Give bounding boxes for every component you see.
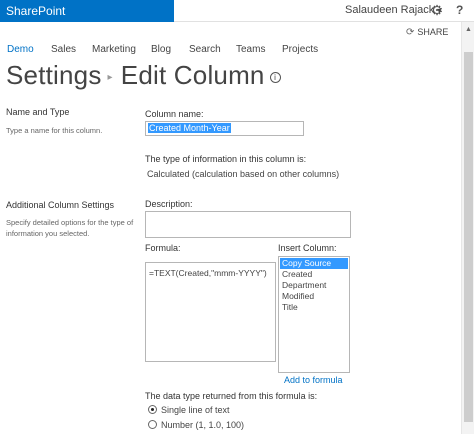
insert-column-option[interactable]: Title: [280, 302, 348, 313]
insert-column-option[interactable]: Created: [280, 269, 348, 280]
insert-column-option[interactable]: Department: [280, 280, 348, 291]
nav-item-teams[interactable]: Teams: [236, 44, 265, 55]
vertical-scrollbar[interactable]: ▲: [461, 22, 474, 434]
description-label: Description:: [145, 199, 193, 209]
return-type-radio-number[interactable]: [148, 420, 157, 429]
share-icon: ⟳: [406, 27, 415, 38]
suite-bar: SharePoint Salaudeen Rajack ▾ ⚙ ?: [0, 0, 474, 22]
help-icon[interactable]: ?: [456, 3, 463, 17]
nav-item-marketing[interactable]: Marketing: [92, 44, 136, 55]
insert-column-list[interactable]: Copy Source Created Department Modified …: [278, 256, 350, 373]
formula-field[interactable]: =TEXT(Created,"mmm-YYYY"): [145, 262, 276, 362]
insert-column-label: Insert Column:: [278, 243, 337, 253]
return-type-label: The data type returned from this formula…: [145, 391, 318, 401]
gear-icon[interactable]: ⚙: [430, 2, 444, 18]
return-type-option-number: Number (1, 1.0, 100): [161, 420, 245, 430]
return-type-option-text: Single line of text: [161, 405, 230, 415]
breadcrumb-settings[interactable]: Settings: [6, 60, 102, 90]
formula-label: Formula:: [145, 243, 181, 253]
return-type-radio-text[interactable]: [148, 405, 157, 414]
nav-item-projects[interactable]: Projects: [282, 44, 318, 55]
column-name-label: Column name:: [145, 109, 204, 119]
share-label: SHARE: [417, 27, 449, 37]
column-name-field[interactable]: Created Month-Year: [145, 121, 304, 136]
user-name: Salaudeen Rajack: [345, 4, 435, 16]
insert-column-option[interactable]: Modified: [280, 291, 348, 302]
column-name-value: Created Month-Year: [148, 123, 231, 133]
breadcrumb-separator-icon: ▸: [107, 71, 113, 83]
add-to-formula-link[interactable]: Add to formula: [284, 375, 343, 385]
nav-item-sales[interactable]: Sales: [51, 44, 76, 55]
top-navigation: Demo Sales Marketing Blog Search Teams P…: [0, 44, 460, 58]
nav-item-demo[interactable]: Demo: [7, 44, 34, 55]
section-desc-additional: Specify detailed options for the type of…: [6, 218, 134, 238]
description-field[interactable]: [145, 211, 351, 238]
scroll-up-icon[interactable]: ▲: [462, 26, 474, 33]
breadcrumb-current: Edit Column: [120, 60, 265, 90]
insert-column-option[interactable]: Copy Source: [280, 258, 348, 269]
scroll-thumb[interactable]: [464, 52, 473, 422]
user-menu[interactable]: Salaudeen Rajack ▾: [345, 4, 441, 16]
nav-item-blog[interactable]: Blog: [151, 44, 171, 55]
nav-item-search[interactable]: Search: [189, 44, 221, 55]
section-desc-name-type: Type a name for this column.: [6, 126, 103, 135]
type-label: The type of information in this column i…: [145, 154, 307, 164]
app-brand[interactable]: SharePoint: [0, 0, 174, 22]
section-title-additional: Additional Column Settings: [6, 200, 115, 210]
page-title: Settings ▸ Edit Column i: [6, 60, 281, 91]
share-button[interactable]: ⟳ SHARE: [406, 27, 448, 38]
type-value: Calculated (calculation based on other c…: [147, 169, 340, 179]
info-icon[interactable]: i: [269, 71, 281, 83]
section-title-name-type: Name and Type: [6, 107, 70, 117]
